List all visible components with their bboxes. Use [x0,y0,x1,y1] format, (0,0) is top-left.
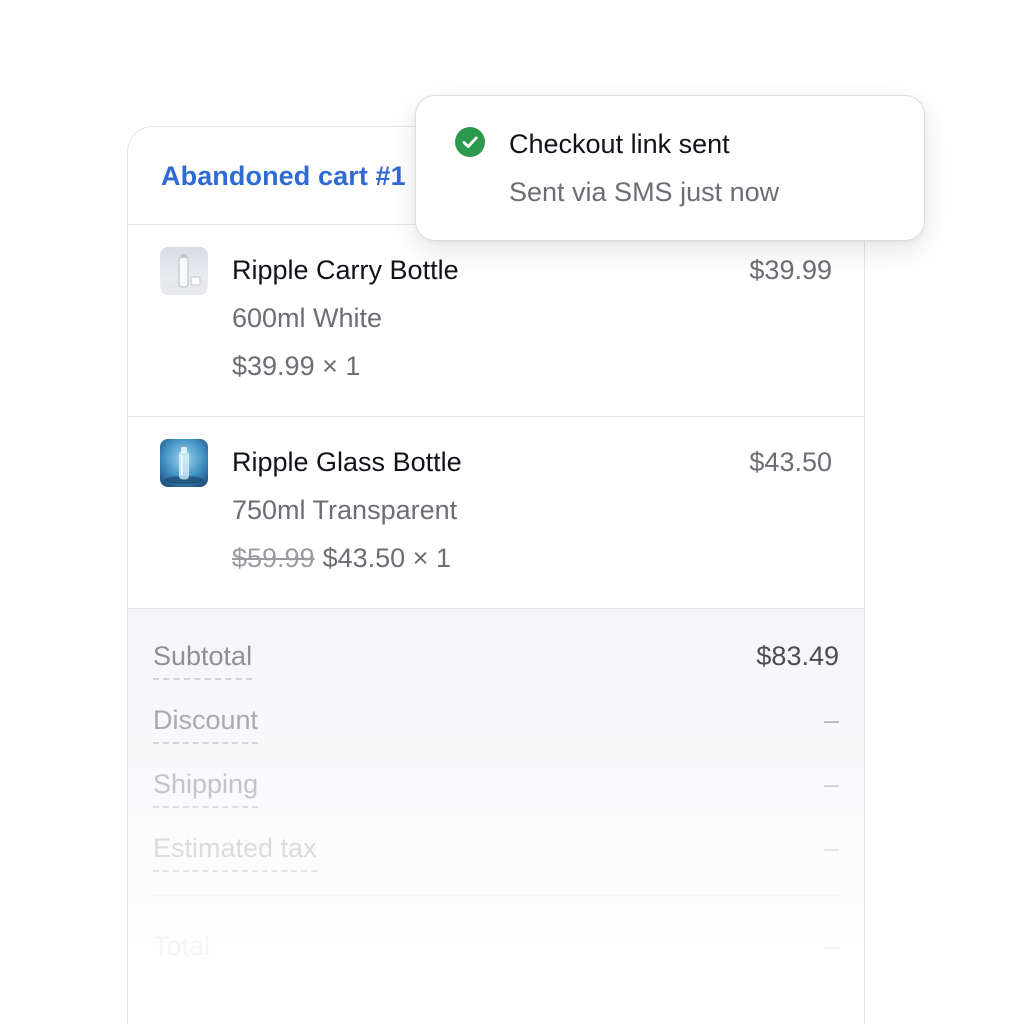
subtotal-row: Subtotal $83.49 [153,641,839,681]
shipping-label[interactable]: Shipping [153,769,259,808]
product-unit-price: $39.99 × 1 [232,351,360,382]
tax-value: – [823,833,839,863]
discount-value: – [823,705,839,735]
product-variant: 750ml Transparent [232,495,458,525]
product-thumbnail [160,439,208,487]
discount-row: Discount – [153,705,839,745]
original-price: $59.99 [232,543,315,573]
toast-title: Checkout link sent [509,129,730,159]
line-item: Ripple Carry Bottle 600ml White $39.99 ×… [128,225,864,417]
product-name: Ripple Carry Bottle [232,255,459,285]
abandoned-cart-card: Abandoned cart #1 Ripple Carry Bottle 60… [127,126,865,1024]
product-unit-price: $59.99 $43.50 × 1 [232,543,451,574]
product-name: Ripple Glass Bottle [232,447,462,477]
check-circle-icon [455,127,485,157]
line-total: $43.50 [749,447,832,477]
total-label: Total [153,931,211,961]
abandoned-cart-link[interactable]: Abandoned cart #1 [161,161,406,192]
total-value: – [823,931,839,961]
tax-row: Estimated tax – [153,833,839,873]
summary-divider [153,895,839,896]
page: Abandoned cart #1 Ripple Carry Bottle 60… [0,0,1024,1024]
tax-label[interactable]: Estimated tax [153,833,317,872]
unit-price-quantity: $39.99 × 1 [232,351,361,381]
unit-price-quantity: $43.50 × 1 [322,543,451,573]
subtotal-label[interactable]: Subtotal [153,641,253,680]
line-item: Ripple Glass Bottle 750ml Transparent $5… [128,417,864,609]
order-summary: Subtotal $83.49 Discount – Shipping – Es… [128,609,864,1024]
toast-message: Sent via SMS just now [509,177,780,207]
subtotal-value: $83.49 [756,641,839,671]
line-total: $39.99 [749,255,832,285]
shipping-row: Shipping – [153,769,839,809]
total-row: Total – [153,931,839,971]
product-variant: 600ml White [232,303,383,333]
shipping-value: – [823,769,839,799]
toast-notification: Checkout link sent Sent via SMS just now [415,95,925,241]
product-thumbnail [160,247,208,295]
discount-label[interactable]: Discount [153,705,259,744]
